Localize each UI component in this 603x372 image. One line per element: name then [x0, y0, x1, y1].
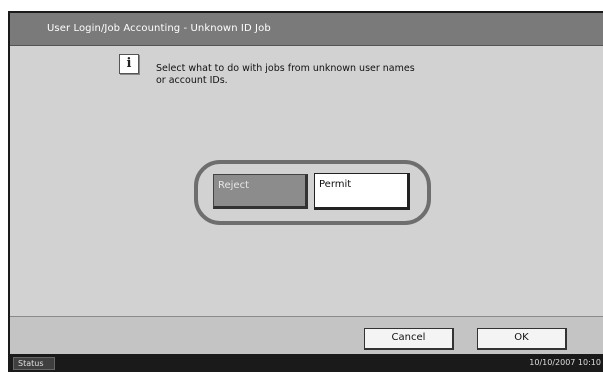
reject-button[interactable]: Reject — [213, 174, 308, 209]
status-button[interactable]: Status — [13, 357, 55, 370]
footer-bar: Cancel OK — [10, 316, 603, 354]
status-bar: Status 10/10/2007 10:10 — [8, 354, 603, 372]
ok-button[interactable]: OK — [477, 328, 567, 350]
cancel-button[interactable]: Cancel — [364, 328, 454, 350]
date-time: 10/10/2007 10:10 — [529, 358, 601, 367]
panel-screen: User Login/Job Accounting - Unknown ID J… — [8, 11, 603, 354]
permit-button[interactable]: Permit — [314, 173, 410, 210]
info-icon: i — [119, 54, 139, 74]
instruction-message: Select what to do with jobs from unknown… — [156, 63, 415, 86]
main-area: i Select what to do with jobs from unkno… — [10, 46, 603, 316]
title-bar: User Login/Job Accounting - Unknown ID J… — [10, 13, 603, 46]
page-title: User Login/Job Accounting - Unknown ID J… — [47, 23, 271, 34]
